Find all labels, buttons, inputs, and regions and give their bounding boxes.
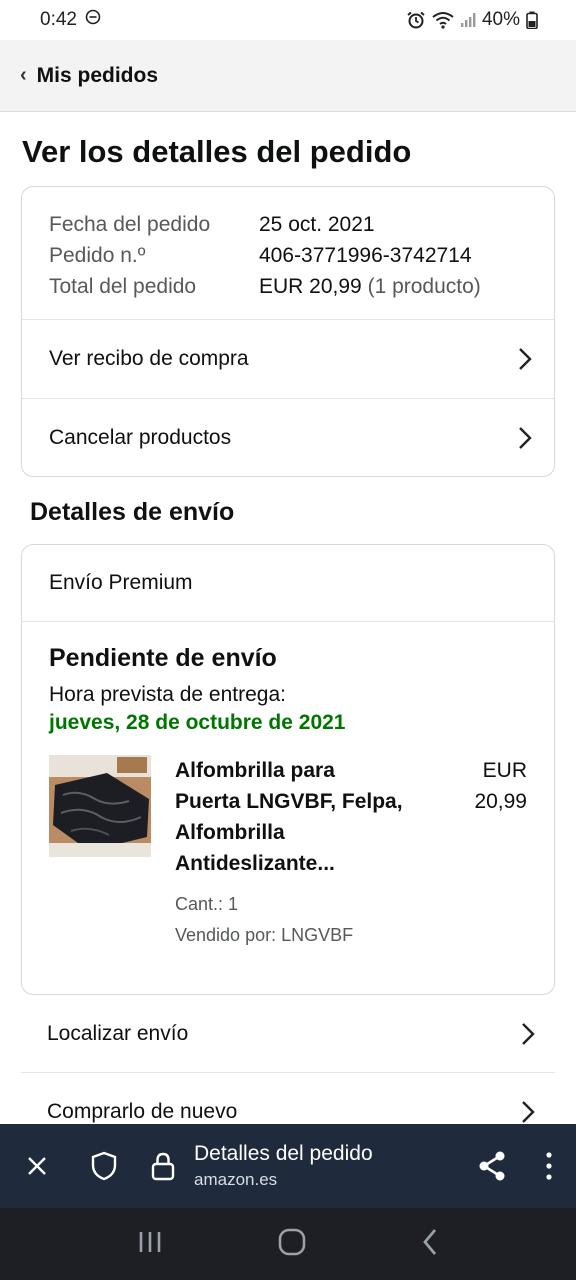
order-summary-card: Fecha del pedido 25 oct. 2021 Pedido n.º…	[21, 186, 555, 477]
battery-icon	[526, 11, 538, 29]
shipment-status: Pendiente de envío	[49, 644, 277, 672]
order-total-row: Total del pedido EUR 20,99 (1 producto)	[49, 271, 554, 302]
alarm-icon	[406, 11, 426, 29]
lock-icon	[150, 1151, 176, 1181]
shield-icon[interactable]	[90, 1151, 118, 1181]
order-total-label: Total del pedido	[49, 275, 197, 298]
chevron-right-icon	[522, 1022, 535, 1045]
page-title: Ver los detalles del pedido	[22, 134, 412, 169]
browser-toolbar: Detalles del pedido amazon.es	[0, 1124, 576, 1208]
wifi-icon	[432, 11, 454, 29]
battery-level: 40%	[481, 9, 520, 30]
order-number-row: Pedido n.º 406-3771996-3742714	[49, 240, 554, 271]
browser-address[interactable]: Detalles del pedido amazon.es	[194, 1142, 476, 1190]
price-currency: EUR	[482, 759, 527, 782]
product-image[interactable]	[49, 755, 151, 857]
browser-url: amazon.es	[194, 1170, 278, 1189]
order-number-value: 406-3771996-3742714	[259, 244, 472, 267]
product-title[interactable]: Alfombrilla para Puerta LNGVBF, Felpa, A…	[175, 755, 405, 879]
order-total-count: (1 producto)	[367, 275, 481, 298]
order-date-label: Fecha del pedido	[49, 213, 211, 236]
eta-date: jueves, 28 de octubre de 2021	[49, 711, 346, 734]
track-shipment-link[interactable]: Localizar envío	[21, 995, 555, 1073]
product-item[interactable]: Alfombrilla para Puerta LNGVBF, Felpa, A…	[49, 755, 527, 951]
status-time: 0:42	[40, 9, 77, 30]
close-icon[interactable]	[24, 1155, 50, 1177]
more-options-icon[interactable]	[544, 1151, 554, 1181]
back-label: Mis pedidos	[36, 63, 159, 87]
order-info: Fecha del pedido 25 oct. 2021 Pedido n.º…	[22, 187, 554, 320]
order-total-value: EUR 20,99	[259, 275, 362, 298]
buy-again-label: Comprarlo de nuevo	[47, 1099, 238, 1123]
back-icon[interactable]	[421, 1228, 439, 1261]
do-not-disturb-icon	[85, 9, 101, 31]
view-receipt-label: Ver recibo de compra	[49, 347, 249, 370]
browser-page-title: Detalles del pedido	[194, 1142, 373, 1165]
product-quantity: Cant.: 1	[175, 894, 239, 914]
shipment-details: Pendiente de envío Hora prevista de entr…	[22, 622, 554, 951]
price-value: 20,99	[474, 790, 527, 813]
chevron-right-icon	[519, 426, 532, 449]
home-icon[interactable]	[278, 1228, 306, 1261]
recent-apps-icon[interactable]	[137, 1230, 163, 1259]
cancel-products-link[interactable]: Cancelar productos	[22, 398, 554, 476]
shipping-type: Envío Premium	[22, 545, 554, 622]
product-meta: Cant.: 1 Vendido por: LNGVBF	[175, 889, 405, 951]
product-info: Alfombrilla para Puerta LNGVBF, Felpa, A…	[175, 755, 405, 951]
eta-label: Hora prevista de entrega:	[49, 683, 286, 706]
chevron-left-icon: ‹	[20, 64, 27, 86]
cancel-products-label: Cancelar productos	[49, 425, 232, 449]
view-receipt-link[interactable]: Ver recibo de compra	[22, 320, 554, 398]
signal-icon	[460, 12, 476, 28]
chevron-right-icon	[519, 348, 532, 370]
order-date-value: 25 oct. 2021	[259, 213, 375, 236]
system-navigation-bar	[0, 1208, 576, 1280]
back-to-orders-link[interactable]: ‹ Mis pedidos	[0, 40, 576, 112]
order-number-label: Pedido n.º	[49, 244, 146, 267]
order-total-value-wrap: EUR 20,99 (1 producto)	[259, 271, 481, 302]
shipping-section-title: Detalles de envío	[30, 498, 235, 526]
chevron-right-icon	[522, 1100, 535, 1123]
product-price: EUR 20,99	[437, 755, 527, 951]
track-shipment-label: Localizar envío	[47, 1021, 189, 1045]
status-bar: 0:42 40%	[0, 0, 576, 40]
share-icon[interactable]	[476, 1150, 508, 1182]
product-seller: Vendido por: LNGVBF	[175, 925, 354, 945]
shipping-card: Envío Premium Pendiente de envío Hora pr…	[21, 544, 555, 995]
order-date-row: Fecha del pedido 25 oct. 2021	[49, 209, 554, 240]
